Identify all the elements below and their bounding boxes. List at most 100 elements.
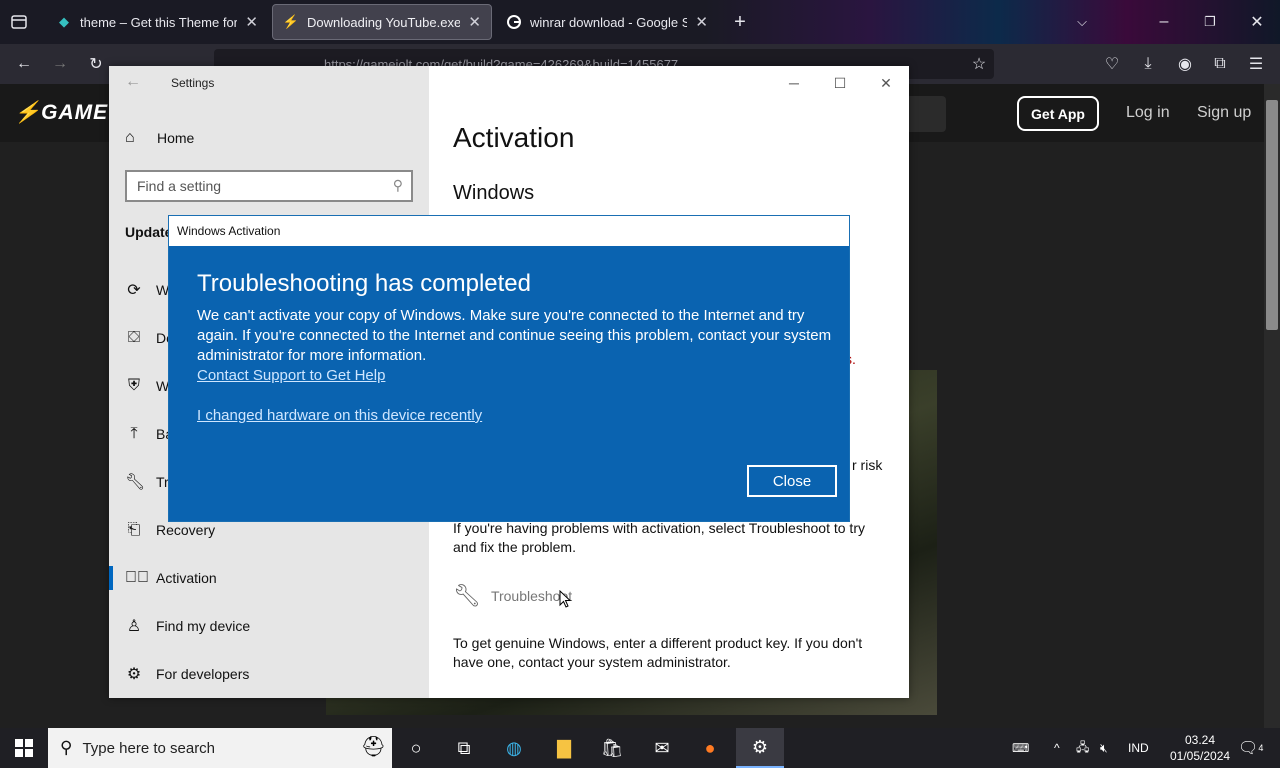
new-tab-icon[interactable]: + [730,11,750,33]
page-title: Activation [453,122,575,153]
partial-text: r risk [852,457,883,473]
sidebar-item-activation[interactable]: ✓⃝ Activation [125,567,217,589]
sidebar-item-recovery[interactable]: ⎗ Recovery [125,519,216,541]
bookmark-star-icon[interactable]: ☆ [969,54,989,74]
clock[interactable]: 03.24 01/05/2024 [1170,732,1230,764]
back-arrow-icon[interactable]: ← [14,54,34,74]
cortana-icon[interactable]: ○ [392,728,440,768]
sidebar-item-backup[interactable]: ⤒ Ba [125,423,173,445]
shield-icon: ⛨ [127,377,140,394]
sidebar-item-troubleshoot[interactable]: 🔧︎ Tr [125,471,169,493]
delivery-optimization-icon: ⛋ [127,329,141,346]
site-logo-text: GAME [41,101,109,124]
browser-tab-active[interactable]: ⚡ Downloading YouTube.exe (Ga ✕ [272,4,492,40]
changed-hardware-link[interactable]: I changed hardware on this device recent… [197,407,482,424]
tab-list-icon[interactable] [8,12,30,32]
get-app-button[interactable]: Get App [1017,96,1099,131]
page-scrollbar-thumb[interactable] [1266,100,1278,330]
menu-icon[interactable]: ☰ [1246,54,1266,74]
recovery-icon: ⎗ [127,521,141,538]
network-icon[interactable]: 🖧︎ [1076,728,1089,768]
store-icon[interactable]: 🛍︎ [588,728,636,768]
sidebar-item-label: Activation [156,570,217,586]
forward-arrow-icon[interactable]: → [50,54,70,74]
pocket-icon[interactable]: ♡ [1102,54,1122,74]
login-link[interactable]: Log in [1126,104,1170,122]
volume-muted-icon[interactable]: 🔇︎ [1100,728,1108,768]
sidebar-item-windows-security[interactable]: ⛨ W [125,375,169,397]
start-button[interactable] [0,728,48,768]
troubleshoot-link[interactable]: 🔧︎ Troubleshoot [453,583,572,609]
sidebar-item-label: For developers [156,666,250,682]
firefox-icon[interactable]: ● [686,728,734,768]
task-view-icon[interactable]: ⧉ [440,728,488,768]
person-pin-icon: ♙ [126,618,142,635]
search-icon: ⚲ [392,177,403,193]
sidebar-item-for-developers[interactable]: ⚙ For developers [125,663,250,685]
settings-icon[interactable]: ⚙ [736,728,784,768]
sidebar-item-label: Find my device [156,618,251,634]
wrench-icon: 🔧︎ [453,583,481,608]
sync-icon: ⟳ [127,282,141,299]
browser-tab[interactable]: ◆ theme – Get this Theme for ✕ [46,4,268,40]
tab-title: Downloading YouTube.exe (Ga [307,14,461,30]
dialog-heading: Troubleshooting has completed [197,270,531,297]
edge-icon[interactable]: ◍ [490,728,538,768]
gamejolt-icon: ⚡ [282,14,300,29]
taskbar-search-box[interactable]: ⚲ Type here to search ⛑ [48,728,392,768]
home-nav-item[interactable]: ⌂ Home [125,129,194,147]
mouse-cursor-icon [559,589,572,613]
close-tab-icon[interactable]: ✕ [245,13,258,31]
sidebar-item-delivery-optimization[interactable]: ⛋ De [125,327,174,349]
signup-link[interactable]: Sign up [1197,104,1251,122]
site-search-box[interactable] [906,96,946,132]
search-highlight-art-icon: ⛑ [360,736,386,758]
close-tab-icon[interactable]: ✕ [695,13,708,31]
minimize-icon[interactable]: – [1154,12,1174,32]
restore-icon[interactable]: ❐ [1200,12,1220,32]
window-title: Settings [171,76,215,90]
section-subheading: Windows [453,182,535,204]
mail-icon[interactable]: ✉ [638,728,686,768]
site-logo[interactable]: ⚡GAME [14,101,108,125]
find-setting-input[interactable]: Find a setting ⚲ [125,170,413,202]
sidebar-item-find-my-device[interactable]: ♙ Find my device [125,615,250,637]
reload-icon[interactable]: ↻ [86,54,106,74]
taskbar: ⚲ Type here to search ⛑ ○ ⧉ ◍ ▇ 🛍︎ ✉ ● ⚙… [0,728,1280,768]
developer-icon: ⚙ [126,666,142,683]
keyboard-icon[interactable]: ⌨ [1012,728,1029,768]
troubleshoot-description: If you're having problems with activatio… [453,520,865,555]
chevron-down-icon[interactable]: ⌵ [1072,12,1092,32]
language-indicator[interactable]: IND [1128,728,1149,768]
sidebar-item-windows-update[interactable]: ⟳ W [125,279,169,301]
sidebar-item-label: Recovery [156,522,216,538]
search-icon: ⚲ [60,738,73,757]
notification-center-icon[interactable]: 🗨︎ 4 [1238,728,1263,768]
selected-indicator [109,566,113,590]
home-icon: ⌂ [125,129,135,146]
extensions-icon[interactable]: ⧉ [1210,54,1230,74]
clock-date: 01/05/2024 [1170,749,1231,763]
clock-time: 03.24 [1184,733,1216,747]
contact-support-link[interactable]: Contact Support to Get Help [197,367,385,384]
back-arrow-icon[interactable]: ← [125,73,141,91]
browser-tab-strip: ◆ theme – Get this Theme for ✕ ⚡ Downloa… [0,0,1280,44]
account-icon[interactable]: ◉ [1175,54,1195,74]
browser-tab[interactable]: winrar download - Google Sear ✕ [496,4,718,40]
activation-dialog: Windows Activation Troubleshooting has c… [168,215,850,522]
tab-title: winrar download - Google Sear [530,14,688,30]
windows-logo-icon [15,739,33,757]
file-explorer-icon[interactable]: ▇ [540,728,588,768]
download-icon[interactable]: ⤓ [1138,54,1158,74]
fox-icon: ◆ [59,14,69,29]
close-button[interactable]: Close [747,465,837,497]
google-icon [506,14,522,30]
section-heading: Update [125,224,173,240]
close-window-icon[interactable]: ✕ [1247,12,1267,32]
close-tab-icon[interactable]: ✕ [468,13,481,31]
home-label: Home [157,130,195,146]
dialog-message: We can't activate your copy of Windows. … [197,307,832,364]
chevron-up-icon[interactable]: ^ [1054,728,1060,768]
product-key-description: To get genuine Windows, enter a differen… [453,635,863,670]
backup-icon: ⤒ [130,425,138,442]
